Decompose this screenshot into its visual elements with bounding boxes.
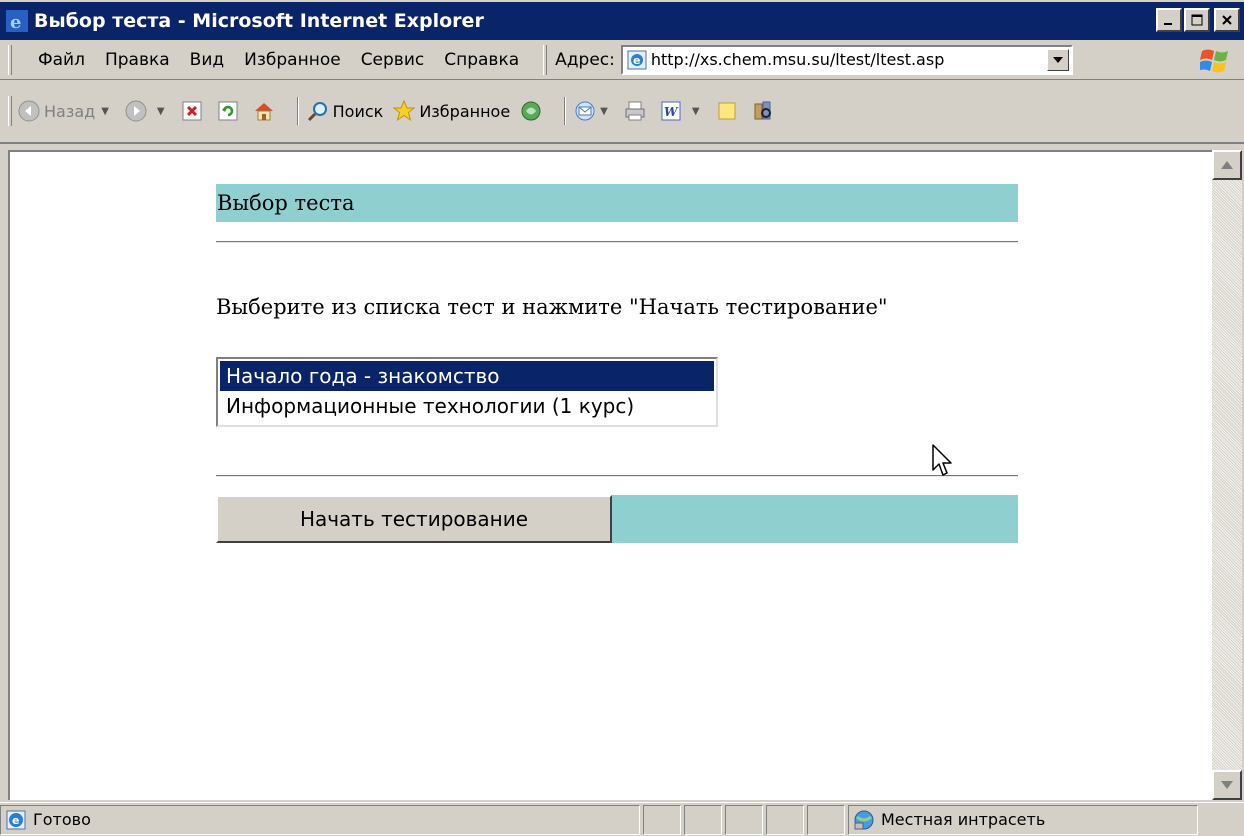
windows-logo [1200, 49, 1228, 73]
minimize-button[interactable] [1156, 8, 1182, 32]
discuss-button[interactable] [716, 100, 742, 122]
edit-word-button[interactable]: W ▼ [660, 100, 706, 122]
favorites-label: Избранное [419, 101, 511, 121]
intranet-icon [854, 810, 874, 829]
minimize-icon [1164, 23, 1172, 25]
search-label: Поиск [332, 101, 384, 121]
back-arrow-icon [18, 100, 40, 122]
chevron-down-icon [1052, 56, 1063, 63]
forward-dropdown-icon[interactable]: ▼ [157, 106, 165, 117]
title-bar: e Выбор теста - Microsoft Internet Explo… [0, 0, 1244, 40]
mail-button[interactable]: ▼ [574, 100, 614, 122]
back-dropdown-icon[interactable]: ▼ [101, 106, 109, 117]
status-pane [684, 804, 722, 835]
home-icon [254, 103, 273, 121]
standard-toolbar: Назад ▼ ▼ Поиск Избранное ▼ W ▼ [0, 80, 1244, 144]
toolbar-grip[interactable] [8, 44, 12, 75]
instruction-text: Выберите из списка тест и нажмите "Начат… [216, 295, 888, 319]
print-button[interactable] [624, 100, 650, 122]
stop-button[interactable] [181, 100, 207, 122]
toolbar-grip-2[interactable] [8, 96, 12, 126]
address-bar[interactable]: e http://xs.chem.msu.su/ltest/ltest.asp [620, 44, 1073, 75]
stop-icon [182, 101, 202, 121]
status-bar: e Готово Местная интрасеть [0, 802, 1244, 836]
close-button[interactable] [1214, 8, 1240, 32]
status-pane [643, 804, 681, 835]
status-main: e Готово [0, 804, 640, 835]
menu-bar: Файл Правка Вид Избранное Сервис Справка… [0, 40, 1244, 80]
scroll-up-button[interactable] [1212, 150, 1242, 180]
word-icon: W [661, 101, 681, 121]
star-icon [393, 100, 416, 122]
test-listbox[interactable]: Начало года - знакомство Информационные … [216, 357, 718, 427]
menu-item-favorites[interactable]: Избранное [234, 50, 351, 70]
arrow-down-icon [1221, 781, 1233, 789]
test-option[interactable]: Начало года - знакомство [220, 361, 714, 391]
back-button[interactable]: Назад ▼ [18, 100, 115, 122]
svg-text:W: W [664, 105, 679, 119]
media-icon [521, 101, 541, 121]
close-icon [1222, 15, 1232, 25]
menu-item-file[interactable]: Файл [18, 50, 95, 70]
maximize-icon [1191, 14, 1203, 26]
mouse-cursor-icon [932, 444, 952, 476]
status-pane [766, 804, 804, 835]
page-icon: e [627, 50, 647, 69]
search-button[interactable]: Поиск [307, 100, 384, 122]
menu-item-help[interactable]: Справка [434, 50, 529, 70]
status-pane [807, 804, 845, 835]
ie-icon: e [6, 10, 28, 32]
start-testing-button[interactable]: Начать тестирование [216, 495, 612, 543]
address-grip[interactable] [543, 44, 548, 75]
mail-icon [575, 101, 595, 121]
window-controls [1156, 8, 1240, 32]
svg-text:e: e [633, 54, 640, 67]
mail-dropdown-icon[interactable]: ▼ [600, 106, 608, 117]
window-title: Выбор теста - Microsoft Internet Explore… [34, 10, 484, 32]
maximize-button[interactable] [1184, 8, 1210, 32]
divider [216, 475, 1018, 477]
zone-text: Местная интрасеть [881, 810, 1046, 829]
research-icon [754, 101, 771, 120]
media-button[interactable] [520, 100, 546, 122]
scroll-down-button[interactable] [1212, 770, 1242, 800]
page-content: Выбор теста Выберите из списка тест и на… [8, 150, 1212, 800]
address-url: http://xs.chem.msu.su/ltest/ltest.asp [650, 50, 945, 69]
forward-arrow-icon [125, 100, 147, 122]
edit-dropdown-icon[interactable]: ▼ [692, 106, 700, 117]
page-done-icon: e [6, 810, 26, 829]
menu-item-edit[interactable]: Правка [95, 50, 180, 70]
printer-icon [625, 101, 645, 121]
menu-item-tools[interactable]: Сервис [351, 50, 435, 70]
research-button[interactable] [752, 100, 778, 122]
favorites-button[interactable]: Избранное [393, 100, 510, 122]
back-label: Назад [44, 101, 96, 121]
browser-window: e Выбор теста - Microsoft Internet Explo… [0, 0, 1244, 836]
address-dropdown-button[interactable] [1046, 48, 1069, 71]
security-zone[interactable]: Местная интрасеть [848, 804, 1198, 835]
toolbar-separator [296, 97, 299, 125]
status-pane [725, 804, 763, 835]
note-icon [718, 102, 736, 120]
vertical-scrollbar[interactable] [1212, 150, 1242, 800]
toolbar-separator-2 [564, 97, 567, 125]
test-option[interactable]: Информационные технологии (1 курс) [220, 391, 714, 421]
address-label: Адрес: [555, 49, 615, 70]
refresh-icon [218, 101, 238, 121]
status-text: Готово [33, 810, 91, 829]
arrow-up-icon [1221, 161, 1233, 169]
svg-text:e: e [10, 12, 21, 32]
menu-item-view[interactable]: Вид [180, 50, 234, 70]
svg-text:e: e [12, 814, 19, 827]
forward-button[interactable]: ▼ [125, 100, 171, 122]
divider [216, 241, 1018, 243]
refresh-button[interactable] [217, 100, 243, 122]
test-selection-page: Выбор теста Выберите из списка тест и на… [216, 184, 1018, 543]
home-button[interactable] [253, 100, 279, 122]
page-header: Выбор теста [216, 184, 1018, 222]
search-icon [307, 102, 327, 122]
action-bar: Начать тестирование [216, 495, 1018, 543]
